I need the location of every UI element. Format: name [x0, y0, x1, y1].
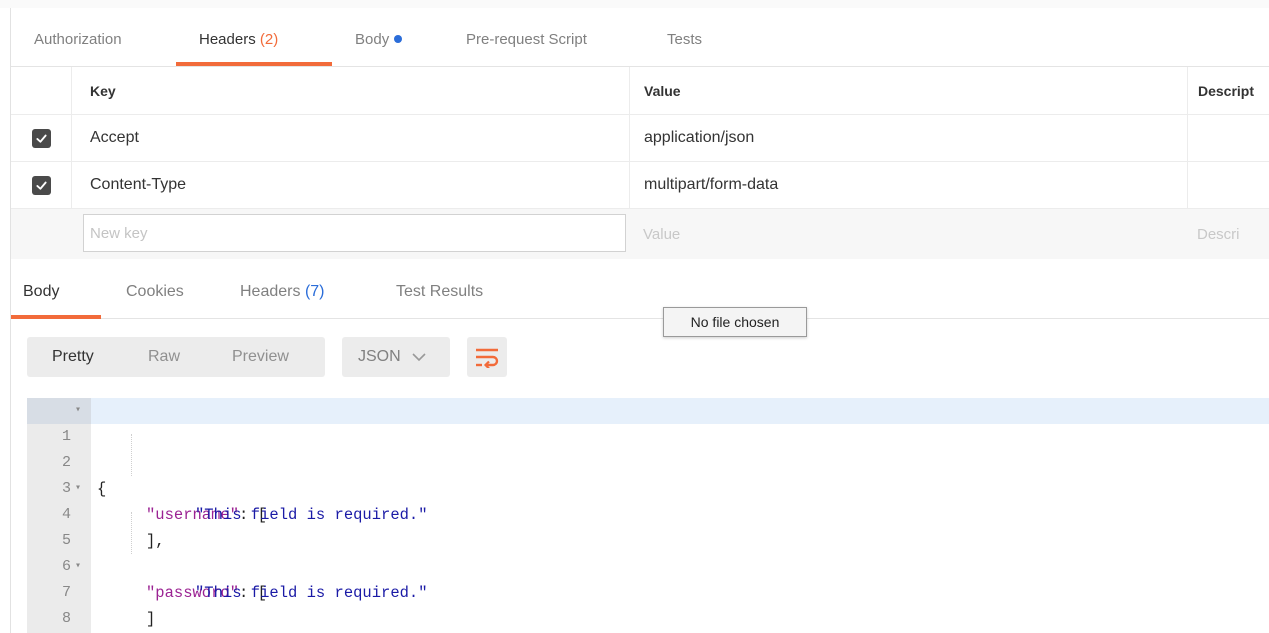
header-value-cell[interactable]: application/json [629, 115, 1187, 161]
code-line: 4 ], [27, 476, 1269, 550]
format-select[interactable]: JSON [342, 337, 450, 377]
code-line: 2 ▾ "username": [ [27, 424, 1269, 524]
view-pretty-button[interactable]: Pretty [52, 348, 94, 366]
checkbox-checked-icon[interactable] [31, 128, 51, 148]
table-row: Accept application/json [11, 115, 1269, 162]
headers-count: (2) [259, 31, 279, 48]
description-column-header: Descript [1187, 67, 1269, 114]
code-line: 7 ] [27, 554, 1269, 628]
wrap-lines-button[interactable] [467, 337, 507, 377]
tab-label: Pre-request Script [466, 31, 587, 48]
new-description-cell[interactable]: Descri [1187, 209, 1269, 259]
tab-label: Tests [667, 31, 703, 48]
header-description-cell[interactable] [1187, 162, 1269, 208]
table-row: Content-Type multipart/form-data [11, 162, 1269, 209]
new-value-placeholder: Value [643, 225, 681, 243]
active-response-tab-indicator [11, 315, 101, 319]
response-code-editor[interactable]: 1 ▾ { 2 ▾ "username": [ 3 "This field is… [27, 398, 1269, 633]
new-value-cell[interactable]: Value [629, 209, 1187, 259]
new-description-placeholder: Descri [1197, 225, 1240, 243]
new-key-input[interactable] [83, 214, 626, 252]
value-column-header: Value [629, 67, 1187, 114]
response-tab-cookies[interactable]: Cookies [126, 283, 184, 301]
chevron-down-icon [412, 353, 426, 362]
tab-label: Headers [199, 31, 256, 48]
tab-headers[interactable]: Headers (2) [199, 31, 278, 48]
key-column-header: Key [71, 67, 629, 114]
wrap-lines-icon [476, 348, 499, 368]
response-headers-count: (7) [304, 283, 325, 300]
request-tabs: Authorization Headers (2) Body Pre-reque… [11, 8, 1269, 67]
tab-label: Cookies [126, 283, 184, 300]
row-checkbox-cell [11, 115, 71, 161]
row-checkbox-cell [11, 162, 71, 208]
line-number: 8 [61, 610, 71, 627]
response-tabs: Body Cookies Headers (7) Test Results [11, 259, 1269, 319]
view-preview-button[interactable]: Preview [232, 348, 289, 366]
new-header-row: Value Descri [11, 209, 1269, 259]
modified-dot-icon [394, 35, 403, 43]
code-line: 1 ▾ { [27, 398, 1269, 498]
file-tooltip: No file chosen [663, 307, 807, 337]
tab-label: Body [355, 31, 390, 48]
header-value-cell[interactable]: multipart/form-data [629, 162, 1187, 208]
code-line: 6 "This field is required." [27, 528, 1269, 602]
tab-label: Test Results [396, 283, 484, 300]
response-tab-headers[interactable]: Headers (7) [240, 283, 325, 301]
header-key-cell[interactable]: Accept [71, 115, 629, 161]
code-text: ] [146, 610, 156, 628]
view-raw-button[interactable]: Raw [148, 348, 180, 366]
response-tab-body[interactable]: Body [23, 283, 59, 301]
header-key-cell[interactable]: Content-Type [71, 162, 629, 208]
response-tab-test-results[interactable]: Test Results [396, 283, 483, 301]
active-tab-indicator [176, 62, 332, 66]
tab-authorization[interactable]: Authorization [34, 31, 122, 48]
view-mode-group: Pretty Raw Preview [27, 337, 325, 377]
tab-label: Headers [240, 283, 301, 300]
fold-arrow-icon[interactable]: ▾ [75, 398, 81, 424]
tab-label: Authorization [34, 31, 122, 48]
format-select-value: JSON [358, 348, 401, 365]
checkbox-checked-icon[interactable] [31, 175, 51, 195]
code-line: 3 "This field is required." [27, 450, 1269, 524]
table-header-row: Key Value Descript [11, 67, 1269, 115]
tab-tests[interactable]: Tests [667, 31, 702, 48]
code-line: 5 ▾ "password": [ [27, 502, 1269, 602]
code-line: 8 } [27, 580, 1269, 627]
top-strip [0, 0, 1269, 8]
check-column-header [11, 67, 71, 114]
tab-body[interactable]: Body [355, 31, 403, 48]
header-description-cell[interactable] [1187, 115, 1269, 161]
tab-label: Body [23, 283, 60, 300]
tab-pre-request-script[interactable]: Pre-request Script [466, 31, 587, 48]
